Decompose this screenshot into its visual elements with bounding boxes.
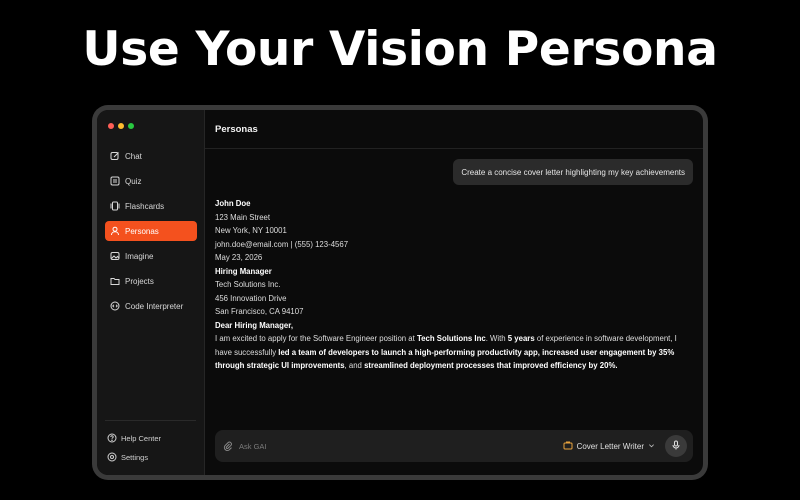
sidebar-item-flashcards[interactable]: Flashcards [105,196,197,216]
body-text: . With [485,334,508,343]
window-controls [108,123,134,129]
help-center-label: Help Center [121,433,162,443]
sidebar-item-chat[interactable]: Chat [105,146,197,166]
chat-edit-icon [110,151,120,161]
letter-company-address: 456 Innovation Drive [215,293,287,303]
voice-input-button[interactable] [665,435,687,457]
letter-body-paragraph: I am excited to apply for the Software E… [215,332,695,373]
main-panel: Personas Create a concise cover letter h… [205,110,703,475]
sidebar-item-quiz[interactable]: Quiz [105,171,197,191]
paperclip-icon[interactable] [223,441,233,451]
body-text: I am excited to apply for the Software E… [215,334,417,343]
message-composer: Cover Letter Writer [215,430,693,462]
sidebar-item-label: Projects [125,276,154,286]
letter-sender-name: John Doe [215,199,251,208]
sidebar-item-label: Chat [125,151,142,161]
sidebar-item-projects[interactable]: Projects [105,271,197,291]
persona-icon [110,226,120,236]
letter-company: Tech Solutions Inc. [215,280,281,289]
sidebar-item-imagine[interactable]: Imagine [105,246,197,266]
sidebar-item-personas[interactable]: Personas [105,221,197,241]
sidebar-nav: Chat Quiz Flashcards Personas Imagine Pr… [105,146,197,321]
minimize-window-button[interactable] [118,123,124,129]
sidebar-bottom-nav: Help Center Settings [105,429,197,467]
app-window: Chat Quiz Flashcards Personas Imagine Pr… [97,110,703,475]
gear-icon [107,452,117,462]
close-window-button[interactable] [108,123,114,129]
help-icon [107,433,117,443]
code-icon [110,301,120,311]
letter-address-line: New York, NY 10001 [215,226,287,235]
sidebar-item-code-interpreter[interactable]: Code Interpreter [105,296,197,316]
body-bold-achievement: streamlined deployment processes that im… [364,361,618,370]
settings-link[interactable]: Settings [105,448,197,466]
app-window-frame: Chat Quiz Flashcards Personas Imagine Pr… [92,105,708,480]
microphone-icon [671,437,681,455]
help-center-link[interactable]: Help Center [105,429,197,447]
letter-company-address: San Francisco, CA 94107 [215,307,304,316]
persona-selector-label: Cover Letter Writer [576,441,644,451]
folder-icon [110,276,120,286]
zoom-window-button[interactable] [128,123,134,129]
ask-input[interactable] [239,441,563,451]
briefcase-icon [563,440,573,452]
sidebar-divider [105,420,196,421]
persona-selector[interactable]: Cover Letter Writer [563,440,655,452]
flashcards-icon [110,201,120,211]
chevron-down-icon [648,442,655,451]
sidebar-item-label: Personas [125,226,159,236]
sidebar-item-label: Imagine [125,251,154,261]
assistant-response: John Doe 123 Main Street New York, NY 10… [215,197,695,373]
letter-salutation: Dear Hiring Manager, [215,320,293,330]
body-bold-company: Tech Solutions Inc [416,334,486,343]
user-message-bubble: Create a concise cover letter highlighti… [453,159,693,185]
body-bold-years: 5 years [507,334,535,343]
sidebar-item-label: Flashcards [125,201,165,211]
headline: Use Your Vision Persona [82,22,718,77]
settings-label: Settings [121,452,149,462]
page-title: Personas [205,110,703,149]
image-icon [110,251,120,261]
sidebar-item-label: Code Interpreter [125,301,184,311]
letter-address-line: 123 Main Street [215,212,271,222]
sidebar: Chat Quiz Flashcards Personas Imagine Pr… [97,110,205,475]
quiz-icon [110,176,120,186]
letter-contact: john.doe@email.com | (555) 123-4567 [215,239,349,249]
letter-recipient-title: Hiring Manager [215,266,272,276]
letter-date: May 23, 2026 [215,253,263,262]
body-text: , and [344,361,365,370]
sidebar-item-label: Quiz [125,176,142,186]
